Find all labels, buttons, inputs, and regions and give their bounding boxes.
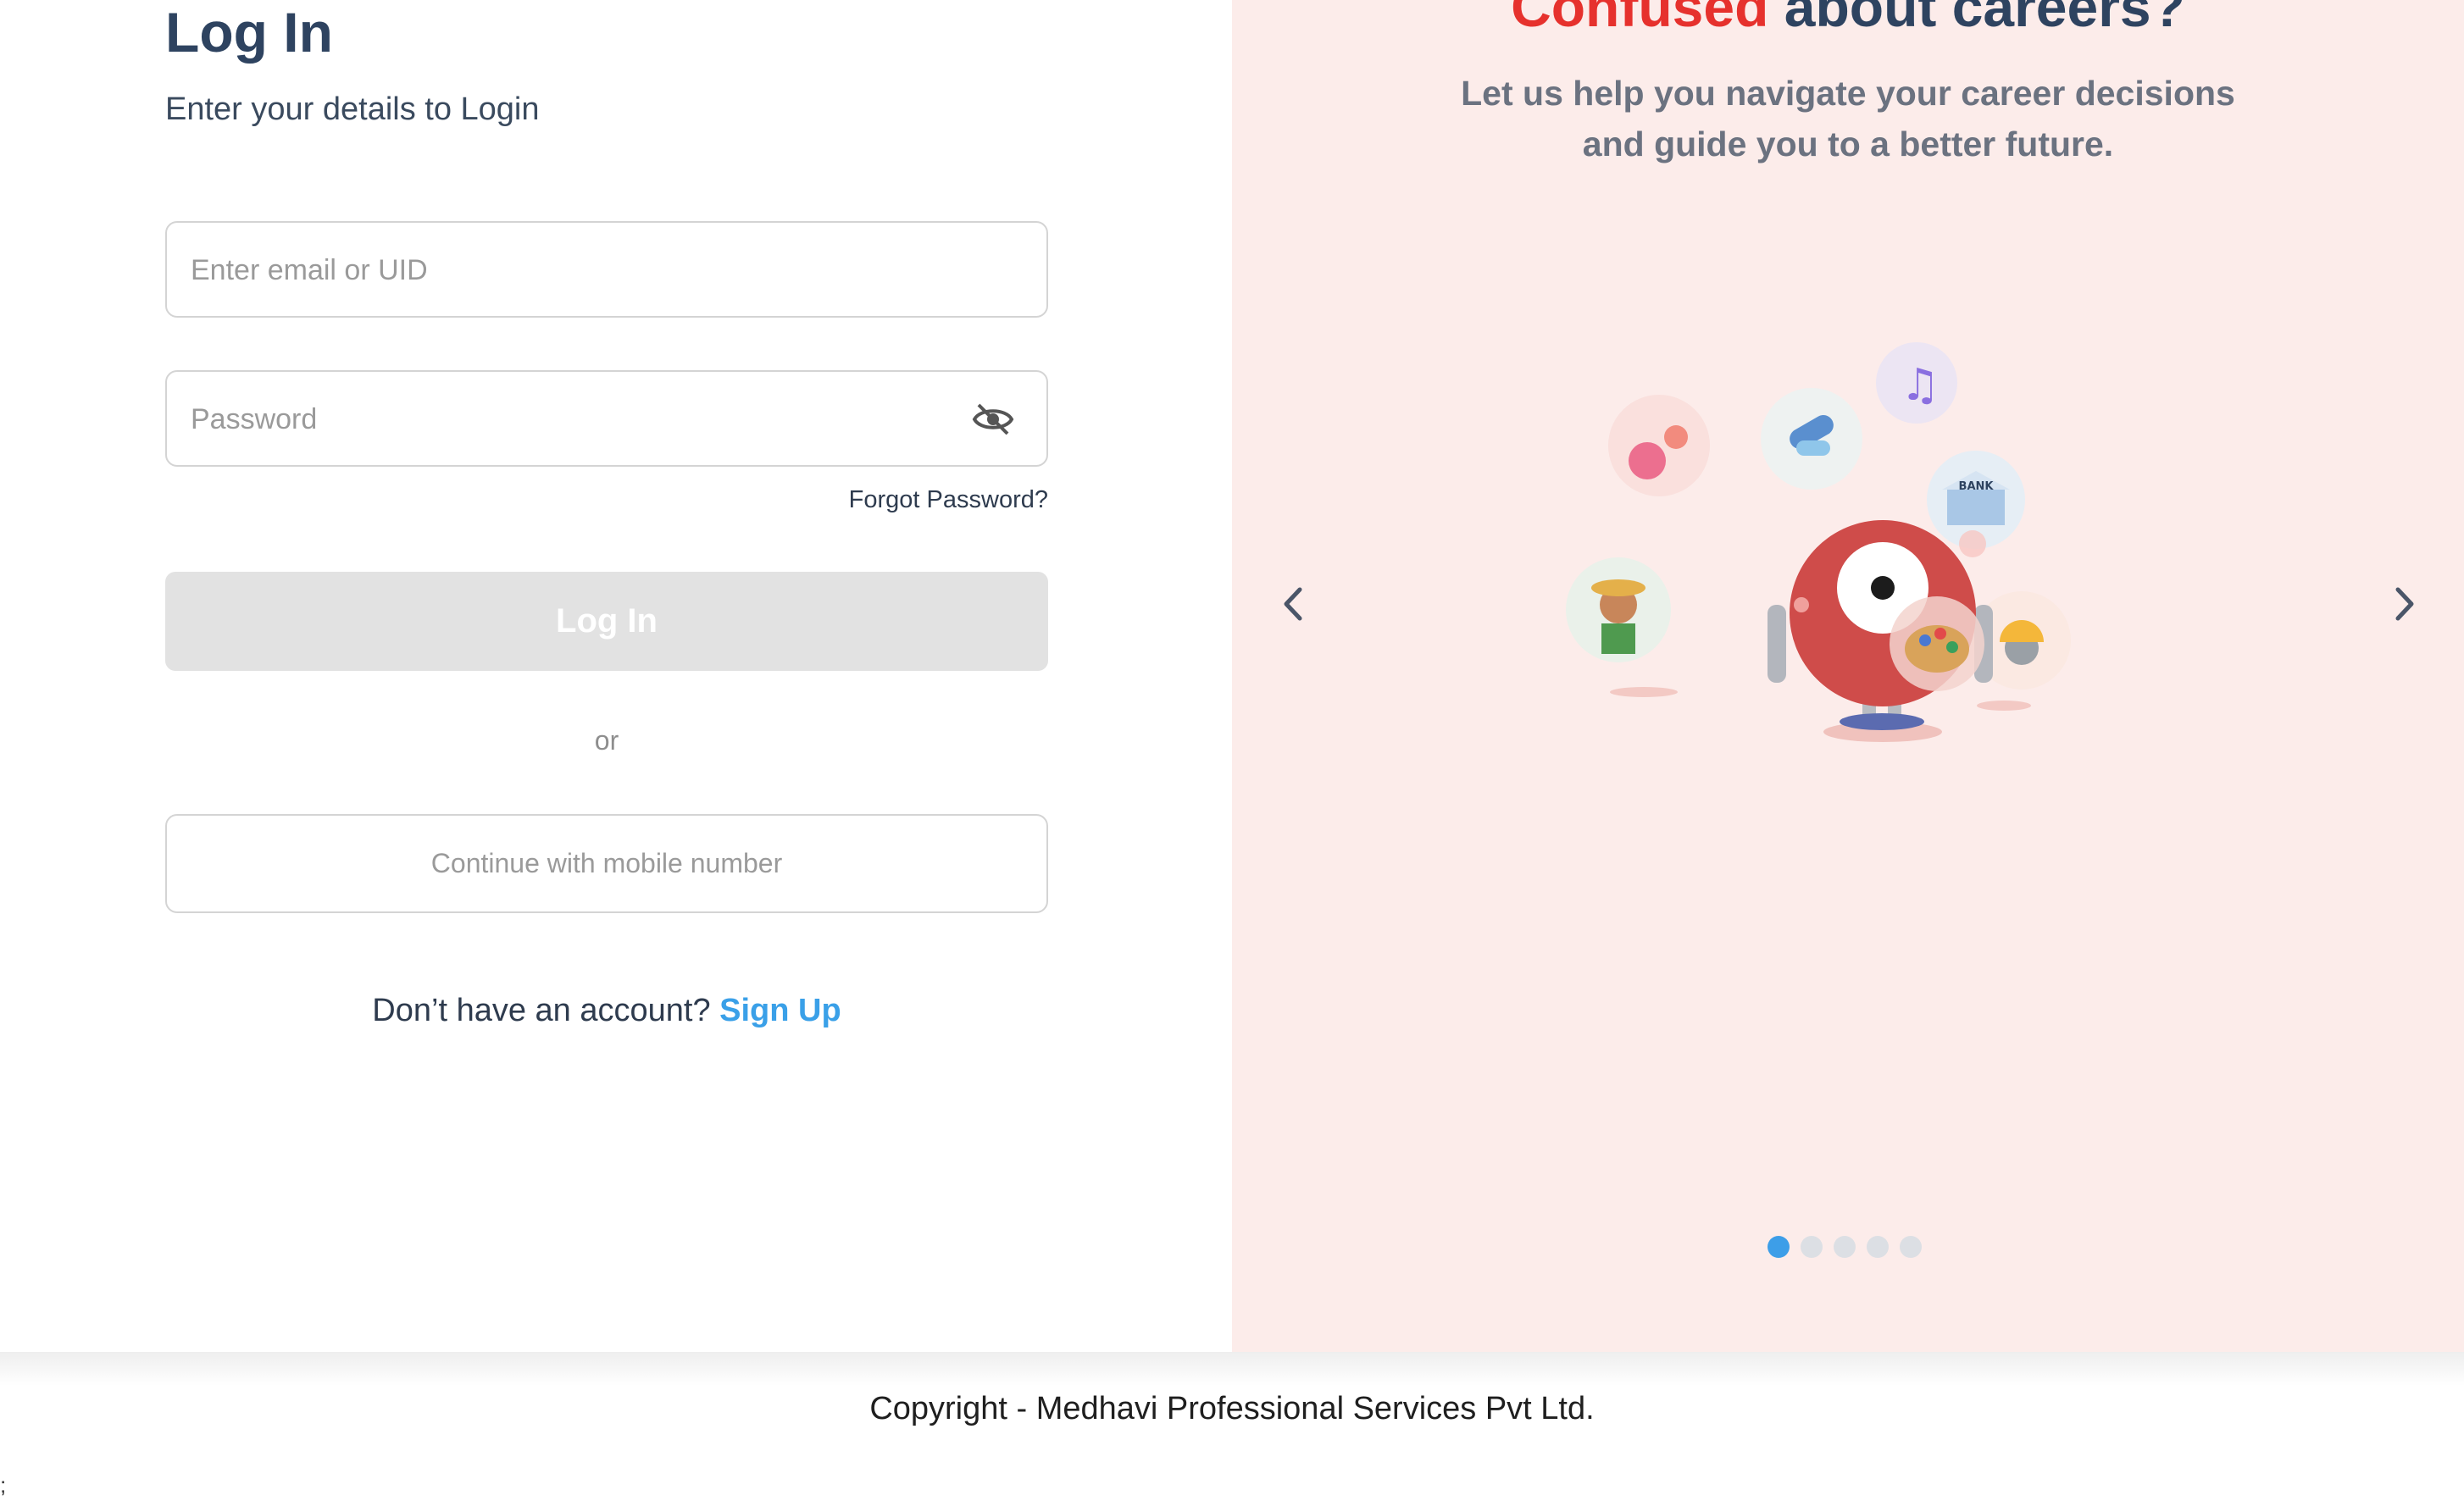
- panel-divider-shadow: [0, 1352, 2464, 1386]
- copyright-text: Copyright - Medhavi Professional Service…: [869, 1391, 1595, 1426]
- career-illustration: ♫ BANK: [1566, 342, 2071, 742]
- signup-prompt: Don’t have an account? Sign Up: [165, 993, 1048, 1029]
- hero-title-accent: Confused: [1511, 0, 1769, 38]
- carousel-dot-2[interactable]: [1801, 1236, 1823, 1258]
- hero-title: Confused about careers?: [1232, 0, 2464, 39]
- chevron-right-icon[interactable]: [2388, 584, 2422, 623]
- page-title: Log In: [165, 1, 333, 64]
- or-divider: or: [594, 725, 619, 756]
- carousel-dot-5[interactable]: [1900, 1236, 1922, 1258]
- hero-description-line1: Let us help you navigate your career dec…: [1461, 74, 2235, 113]
- password-field-wrapper: [165, 370, 1048, 467]
- login-subtitle: Enter your details to Login: [165, 91, 540, 127]
- email-field-wrapper: [165, 221, 1048, 318]
- hero-title-rest: about careers?: [1784, 0, 2185, 38]
- login-button[interactable]: Log In: [165, 572, 1048, 671]
- svg-text:♫: ♫: [1901, 360, 1940, 411]
- signup-link[interactable]: Sign Up: [719, 993, 841, 1028]
- no-account-text: Don’t have an account?: [372, 993, 711, 1028]
- login-panel: [0, 0, 1232, 1352]
- carousel-dot-1[interactable]: [1768, 1236, 1790, 1258]
- hero-description-line2: and guide you to a better future.: [1582, 125, 2114, 163]
- email-input[interactable]: [189, 223, 955, 318]
- chevron-left-icon[interactable]: [1276, 584, 1310, 623]
- carousel-dot-4[interactable]: [1867, 1236, 1889, 1258]
- eye-off-icon[interactable]: [972, 402, 1014, 437]
- mobile-login-button[interactable]: Continue with mobile number: [165, 814, 1048, 913]
- lab-flask-icon: [1608, 395, 1710, 496]
- forgot-password-link[interactable]: Forgot Password?: [746, 486, 1048, 514]
- password-input[interactable]: [189, 372, 955, 467]
- carousel-dot-3[interactable]: [1834, 1236, 1856, 1258]
- bank-sign: BANK: [1959, 480, 1995, 493]
- hero-description: Let us help you navigate your career dec…: [1444, 68, 2252, 169]
- stray-character: ;: [0, 1472, 7, 1498]
